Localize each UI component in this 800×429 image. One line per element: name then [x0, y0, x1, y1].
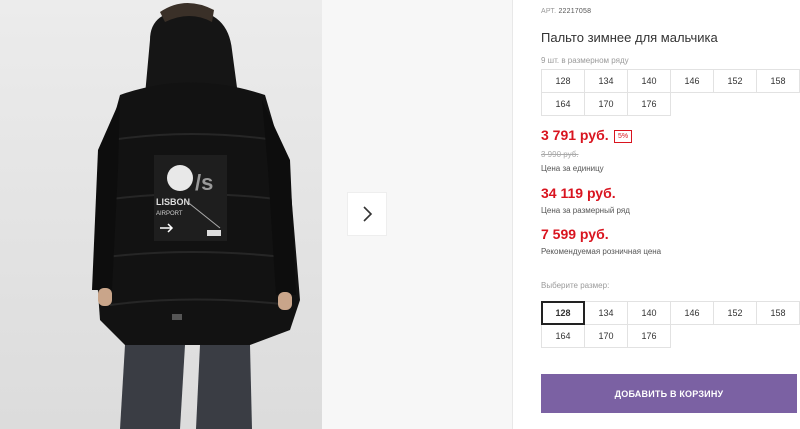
svg-text:AIRPORT: AIRPORT — [156, 211, 183, 217]
retail-price: 7 599 руб. — [541, 226, 609, 242]
product-title: Пальто зимнее для мальчика — [541, 30, 718, 45]
size-range-grid: 128 134 140 146 152 158 164 170 176 — [541, 69, 800, 116]
range-price-label: Цена за размерный ряд — [541, 206, 630, 215]
range-size-cell: 164 — [541, 92, 585, 116]
range-size-cell: 140 — [627, 69, 671, 93]
size-option-158[interactable]: 158 — [756, 301, 800, 325]
old-price: 3 990 руб. — [541, 150, 579, 159]
product-info: АРТ. 22217058 Пальто зимнее для мальчика… — [541, 0, 800, 429]
sku-label: АРТ. — [541, 8, 557, 15]
size-selector: 128 134 140 146 152 158 164 170 176 — [541, 301, 800, 348]
range-size-cell: 146 — [670, 69, 714, 93]
coat-illustration: /s LISBON AIRPORT — [92, 2, 300, 429]
size-option-152[interactable]: 152 — [713, 301, 757, 325]
range-size-cell: 176 — [627, 92, 671, 116]
product-photo[interactable]: /s LISBON AIRPORT — [0, 0, 322, 429]
unit-price-label: Цена за единицу — [541, 164, 604, 173]
size-option-146[interactable]: 146 — [670, 301, 714, 325]
range-size-cell: 128 — [541, 69, 585, 93]
choose-size-label: Выберите размер: — [541, 281, 610, 290]
size-option-128[interactable]: 128 — [541, 301, 585, 325]
sku: АРТ. 22217058 — [541, 8, 591, 15]
discount-badge: 5% — [614, 130, 633, 143]
next-image-button[interactable] — [348, 193, 386, 235]
size-option-134[interactable]: 134 — [584, 301, 628, 325]
range-size-cell: 170 — [584, 92, 628, 116]
product-gallery: /s LISBON AIRPORT — [0, 0, 512, 429]
range-size-cell: 158 — [756, 69, 800, 93]
range-count-label: 9 шт. в размерном ряду — [541, 56, 629, 65]
add-to-cart-button[interactable]: ДОБАВИТЬ В КОРЗИНУ — [541, 374, 797, 413]
unit-price: 3 791 руб. — [541, 127, 609, 143]
range-size-cell: 152 — [713, 69, 757, 93]
svg-text:/s: /s — [195, 170, 213, 195]
range-size-cell: 134 — [584, 69, 628, 93]
size-option-170[interactable]: 170 — [584, 324, 628, 348]
svg-text:LISBON: LISBON — [156, 197, 190, 207]
range-price: 34 119 руб. — [541, 185, 616, 201]
retail-price-label: Рекомендуемая розничная цена — [541, 247, 662, 256]
chevron-right-icon — [363, 206, 373, 222]
size-option-176[interactable]: 176 — [627, 324, 671, 348]
size-option-164[interactable]: 164 — [541, 324, 585, 348]
divider — [512, 0, 513, 429]
size-option-140[interactable]: 140 — [627, 301, 671, 325]
sku-value: 22217058 — [558, 8, 592, 15]
